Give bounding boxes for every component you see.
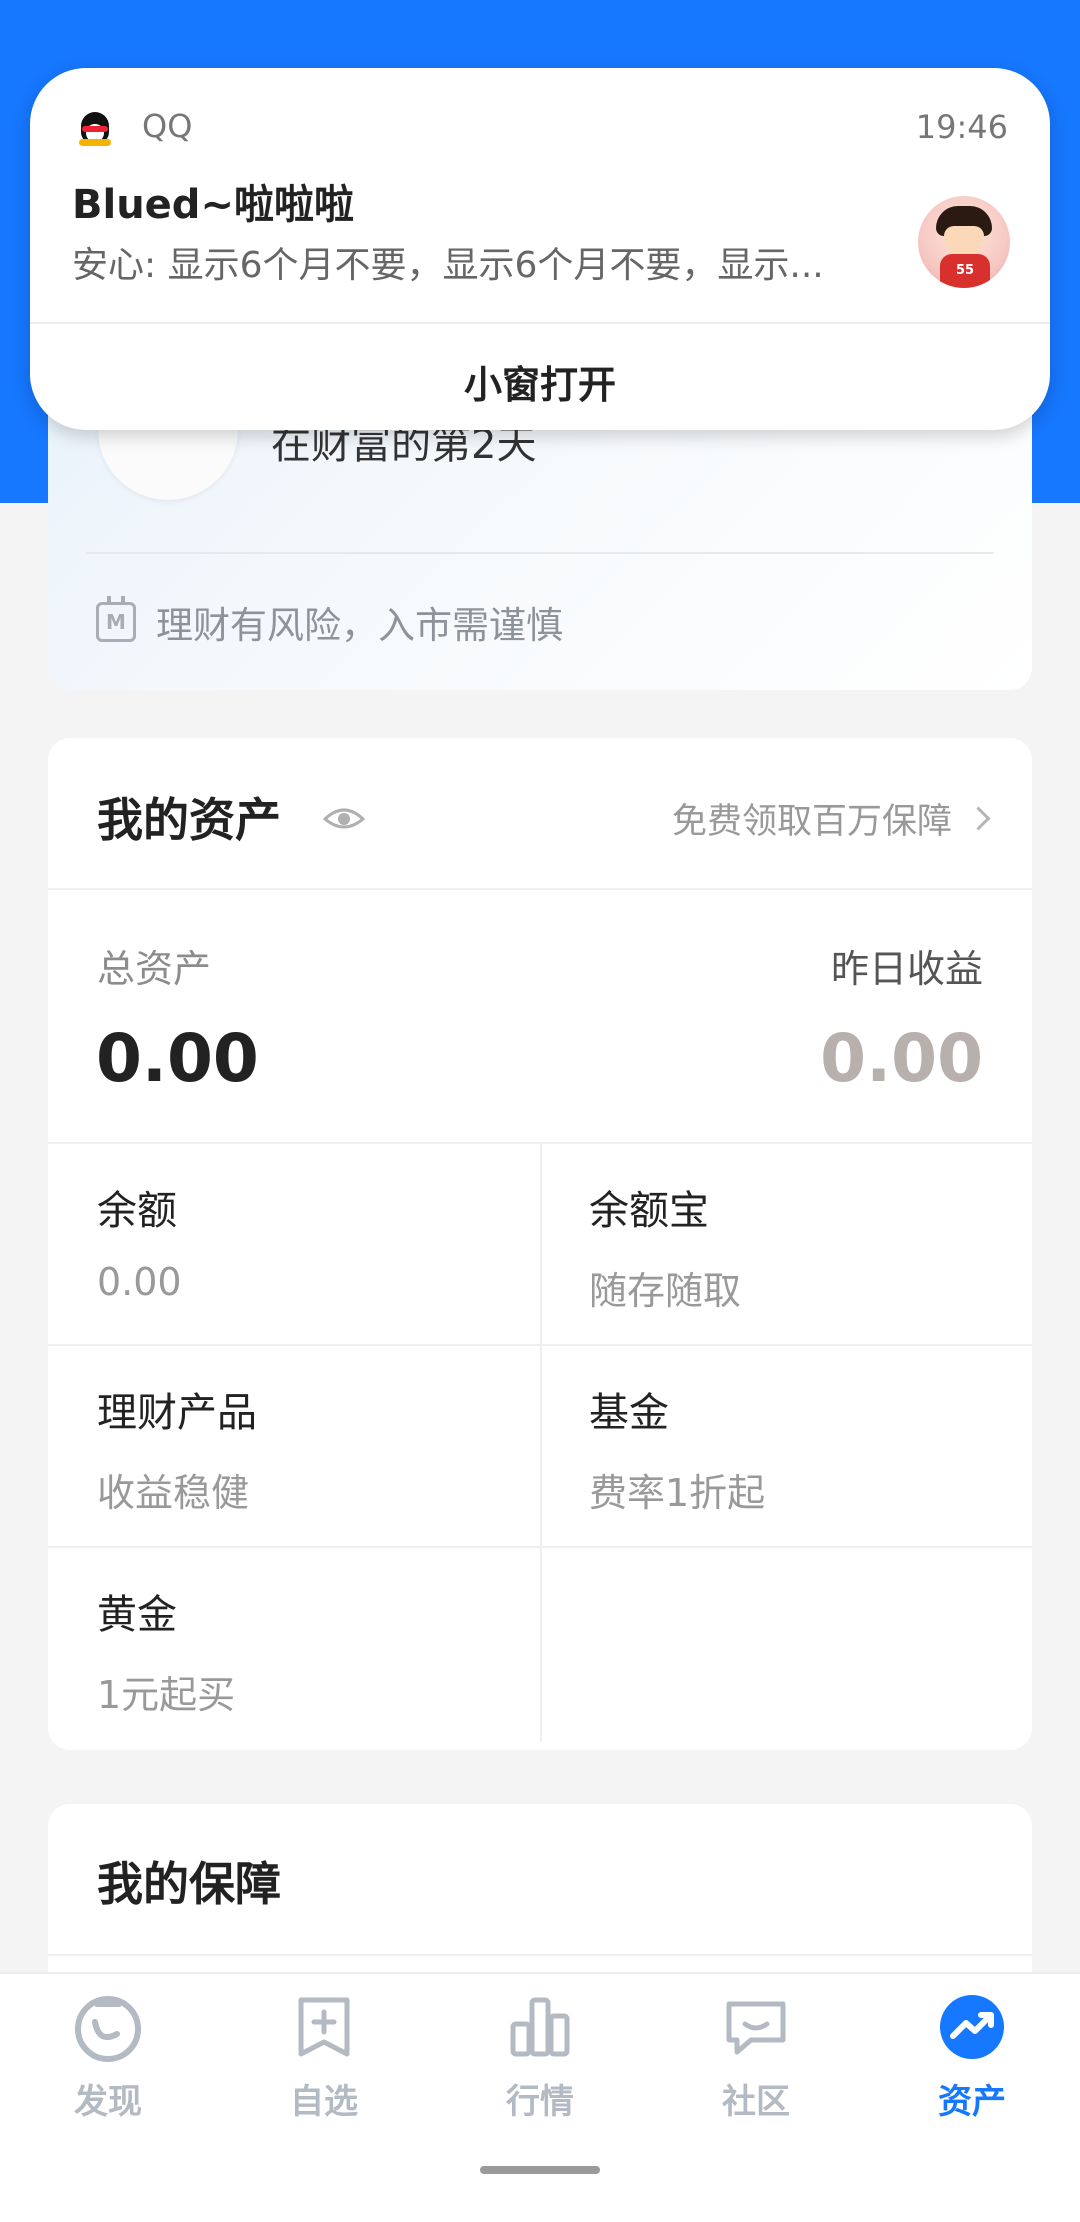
free-guarantee-link[interactable]: 免费领取百万保障 — [671, 793, 991, 844]
market-chart-icon — [510, 1997, 570, 2057]
divider — [48, 1954, 1032, 1956]
nav-label-assets: 资产 — [938, 2082, 1006, 2122]
asset-item-gold[interactable]: 黄金 1元起买 — [48, 1546, 540, 1748]
guarantee-title: 我的保障 — [97, 1857, 281, 1911]
risk-notice-text: 理财有风险，入市需谨慎 — [156, 604, 563, 647]
risk-notice: M 理财有风险，入市需谨慎 — [96, 595, 563, 649]
nav-item-assets[interactable]: 资产 — [892, 1992, 1052, 2123]
yesterday-income-value: 0.00 — [820, 1020, 983, 1097]
asset-item-yuebao[interactable]: 余额宝 随存随取 — [540, 1142, 1032, 1344]
open-small-window-button[interactable]: 小窗打开 — [30, 354, 1050, 409]
chevron-right-icon — [966, 806, 991, 831]
watchlist-icon — [298, 1997, 350, 2057]
divider — [86, 552, 994, 554]
asset-item-wealth-products[interactable]: 理财产品 收益稳健 — [48, 1344, 540, 1546]
nav-item-watchlist[interactable]: 自选 — [244, 1992, 404, 2123]
eye-visibility-icon[interactable] — [322, 803, 366, 833]
nav-item-discover[interactable]: 发现 — [28, 1992, 188, 2123]
total-assets-label: 总资产 — [97, 947, 212, 991]
yesterday-income-label: 昨日收益 — [830, 947, 983, 991]
assets-trend-icon — [940, 1995, 1004, 2059]
qq-notification[interactable]: QQ 19:46 Blued~啦啦啦 安心: 显示6个月不要，显示6个月不要，显… — [30, 68, 1050, 430]
bottom-nav: 发现 自选 行情 社区 资产 — [0, 1972, 1080, 2222]
discover-icon — [75, 1996, 141, 2062]
notification-time: 19:46 — [915, 108, 1008, 146]
assets-title: 我的资产 — [97, 793, 281, 847]
nav-label-discover: 发现 — [74, 2082, 142, 2122]
nav-label-community: 社区 — [722, 2082, 790, 2122]
notification-message: 安心: 显示6个月不要，显示6个月不要，显示... — [72, 245, 824, 286]
nav-label-market: 行情 — [506, 2082, 574, 2122]
divider — [30, 322, 1050, 324]
free-guarantee-link-label: 免费领取百万保障 — [671, 802, 952, 842]
divider-vertical — [540, 1142, 542, 1742]
nav-label-watchlist: 自选 — [290, 2082, 358, 2122]
my-assets-card: 我的资产 免费领取百万保障 总资产 昨日收益 0.00 0.00 余额 0.00… — [48, 738, 1032, 1750]
asset-item-balance[interactable]: 余额 0.00 — [48, 1142, 540, 1344]
notification-header: QQ — [78, 106, 192, 146]
total-assets-value: 0.00 — [96, 1020, 259, 1097]
nav-item-community[interactable]: 社区 — [676, 1992, 836, 2123]
nav-item-market[interactable]: 行情 — [460, 1992, 620, 2123]
notification-app-name: QQ — [142, 107, 193, 145]
home-indicator[interactable] — [480, 2166, 600, 2174]
calendar-m-icon: M — [96, 596, 136, 642]
sender-avatar: 55 — [918, 196, 1010, 288]
asset-item-funds[interactable]: 基金 费率1折起 — [540, 1344, 1032, 1546]
divider — [48, 888, 1032, 890]
community-chat-icon — [726, 2001, 786, 2055]
notification-title: Blued~啦啦啦 — [72, 182, 354, 228]
qq-penguin-icon — [78, 106, 112, 146]
